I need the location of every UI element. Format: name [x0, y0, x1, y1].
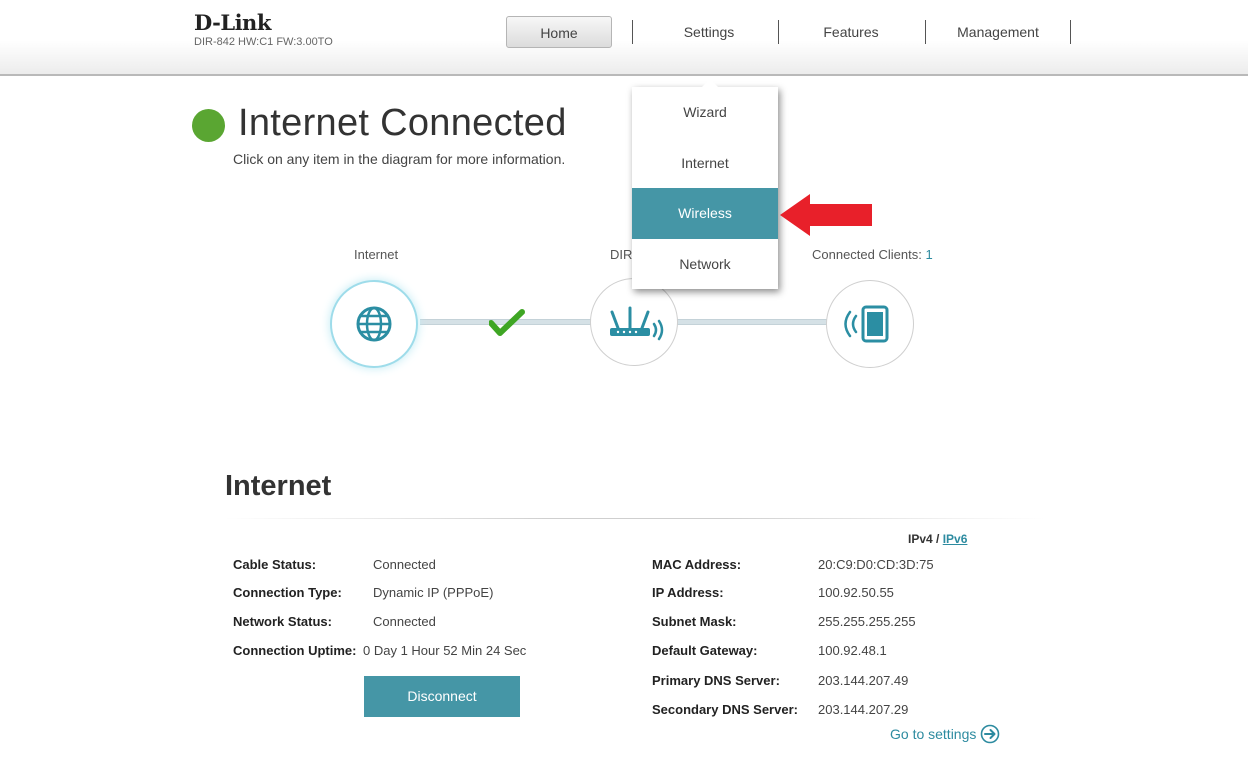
info-value: 0 Day 1 Hour 52 Min 24 Sec: [363, 643, 527, 658]
page-title: Internet Connected: [238, 102, 567, 144]
ip-version-toggle: IPv4 / IPv6: [908, 532, 967, 546]
info-key: Connection Uptime:: [233, 643, 357, 658]
info-value: Connected: [373, 614, 436, 629]
info-value: 203.144.207.29: [818, 702, 909, 717]
disconnect-button[interactable]: Disconnect: [364, 676, 520, 717]
info-value: 100.92.50.55: [818, 585, 894, 600]
diagram-hint: Click on any item in the diagram for mor…: [233, 151, 566, 167]
dlink-logo: D-Link DIR-842 HW:C1 FW:3.00TO: [194, 10, 333, 49]
menu-item-internet[interactable]: Internet: [632, 138, 778, 189]
info-value: Dynamic IP (PPPoE): [373, 585, 494, 600]
red-pointer-arrow-icon: [780, 194, 872, 236]
nav-divider: [1070, 20, 1071, 44]
info-value: Connected: [373, 557, 436, 572]
menu-item-network[interactable]: Network: [632, 239, 778, 290]
nav-home[interactable]: Home: [506, 16, 612, 48]
tablet-wireless-icon: [844, 305, 889, 343]
menu-item-wireless[interactable]: Wireless: [632, 188, 778, 239]
clients-node-label: Connected Clients: 1: [812, 247, 933, 262]
nav-divider: [925, 20, 926, 44]
top-header: D-Link DIR-842 HW:C1 FW:3.00TO Home Sett…: [0, 0, 1248, 76]
info-key: Cable Status:: [233, 557, 317, 572]
nav-settings[interactable]: Settings: [645, 16, 773, 48]
brand-name: D-Link: [194, 10, 271, 35]
connected-check-icon: [489, 309, 525, 336]
info-key: IP Address:: [652, 585, 724, 600]
go-to-settings-link[interactable]: Go to settings: [890, 724, 1000, 744]
device-model: DIR-842 HW:C1 FW:3.00TO: [194, 36, 333, 48]
ipv-separator: /: [936, 532, 940, 546]
info-key: Connection Type:: [233, 585, 342, 600]
nav-features[interactable]: Features: [780, 16, 922, 48]
go-to-settings-label: Go to settings: [890, 726, 977, 742]
settings-dropdown-menu: Wizard Internet Wireless Network: [632, 79, 778, 290]
nav-divider: [778, 20, 779, 44]
dropdown-pointer: [702, 79, 718, 87]
info-key: Default Gateway:: [652, 643, 758, 658]
ipv4-label: IPv4: [908, 532, 933, 546]
clients-count: 1: [925, 247, 933, 262]
info-value: 20:C9:D0:CD:3D:75: [818, 557, 934, 572]
info-value: 100.92.48.1: [818, 643, 887, 658]
menu-item-wizard[interactable]: Wizard: [632, 87, 778, 138]
info-key: Subnet Mask:: [652, 614, 737, 629]
internet-node[interactable]: [330, 280, 418, 368]
info-key: Secondary DNS Server:: [652, 702, 798, 717]
internet-section-title: Internet: [225, 470, 332, 502]
router-clients-link: [674, 319, 830, 325]
info-key: Primary DNS Server:: [652, 673, 780, 688]
router-node-label: DIR: [610, 247, 633, 262]
info-value: 203.144.207.49: [818, 673, 909, 688]
globe-icon: [356, 306, 392, 342]
internet-node-label: Internet: [354, 247, 399, 262]
arrow-right-circle-icon: [981, 724, 1000, 744]
connection-status-indicator: [192, 109, 225, 142]
clients-label-text: Connected Clients:: [812, 247, 926, 262]
router-icon: [610, 306, 664, 341]
nav-management[interactable]: Management: [928, 16, 1068, 48]
section-divider: [225, 518, 1045, 519]
info-key: Network Status:: [233, 614, 332, 629]
nav-divider: [632, 20, 633, 44]
clients-node[interactable]: [826, 280, 914, 368]
info-key: MAC Address:: [652, 557, 742, 572]
ipv6-link[interactable]: IPv6: [943, 532, 968, 546]
router-node[interactable]: [590, 278, 678, 366]
info-value: 255.255.255.255: [818, 614, 916, 629]
